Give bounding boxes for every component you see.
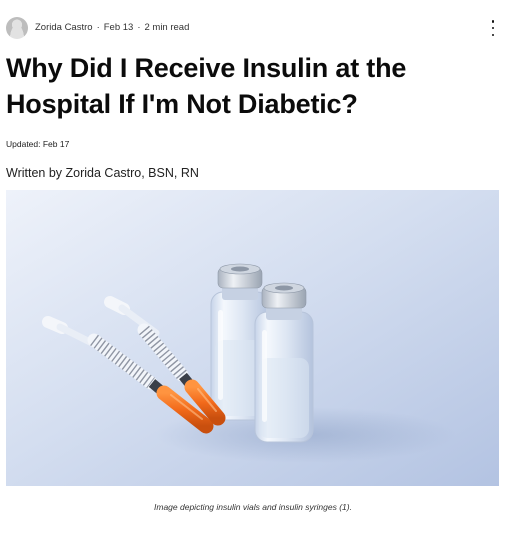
author-avatar[interactable] <box>6 17 28 39</box>
author-byline: Written by Zorida Castro, BSN, RN <box>6 166 199 180</box>
article-image <box>6 190 499 486</box>
author-name[interactable]: Zorida Castro <box>35 22 93 33</box>
meta-separator: · <box>137 22 141 33</box>
insulin-vials-syringes-illustration <box>6 190 499 486</box>
updated-date: Updated: Feb 17 <box>6 139 70 149</box>
more-vertical-icon[interactable] <box>490 20 496 36</box>
post-meta-row: Zorida Castro · Feb 13 · 2 min read <box>6 15 500 41</box>
post-date: Feb 13 <box>103 22 134 33</box>
meta-separator: · <box>96 22 100 33</box>
image-caption: Image depicting insulin vials and insuli… <box>154 502 352 512</box>
post-meta-text: Zorida Castro · Feb 13 · 2 min read <box>35 22 189 33</box>
read-time: 2 min read <box>144 22 190 33</box>
insulin-vial-front <box>254 282 314 443</box>
article-title: Why Did I Receive Insulin at the Hospita… <box>6 53 407 119</box>
